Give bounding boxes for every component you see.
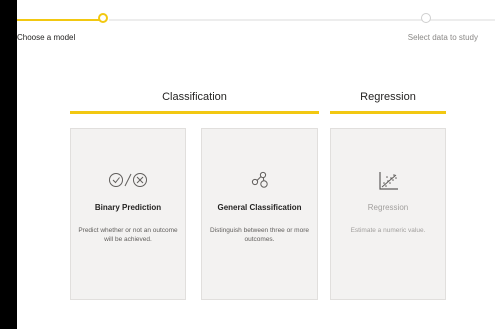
model-selection-page: Choose a model Select data to study Clas…	[17, 0, 495, 329]
card-description: Predict whether or not an outcome will b…	[78, 227, 178, 243]
regression-card[interactable]: Regression Estimate a numeric value.	[330, 128, 446, 300]
section-title-regression: Regression	[360, 91, 416, 103]
step-2-indicator[interactable]	[421, 13, 431, 23]
step-1-label[interactable]: Choose a model	[17, 33, 75, 42]
section-underline-regression	[330, 111, 446, 114]
scatter-trend-icon	[331, 171, 445, 190]
card-title: Regression	[367, 203, 409, 212]
card-description: Estimate a numeric value.	[350, 227, 426, 234]
binary-prediction-card[interactable]: Binary Prediction Predict whether or not…	[70, 128, 186, 300]
section-title-classification: Classification	[162, 91, 227, 103]
step-1-indicator[interactable]	[98, 13, 108, 23]
card-description: Distinguish between three or more outcom…	[210, 227, 309, 243]
node-cluster-icon	[202, 171, 317, 189]
binary-check-cross-icon	[71, 171, 185, 189]
card-title: General Classification	[217, 203, 302, 212]
stepper-progress-line	[17, 19, 105, 21]
section-underline-classification	[70, 111, 319, 114]
card-title: Binary Prediction	[94, 203, 162, 212]
general-classification-card[interactable]: General Classification Distinguish betwe…	[201, 128, 318, 300]
stepper-remaining-line	[109, 19, 495, 21]
step-2-label[interactable]: Select data to study	[408, 33, 478, 42]
